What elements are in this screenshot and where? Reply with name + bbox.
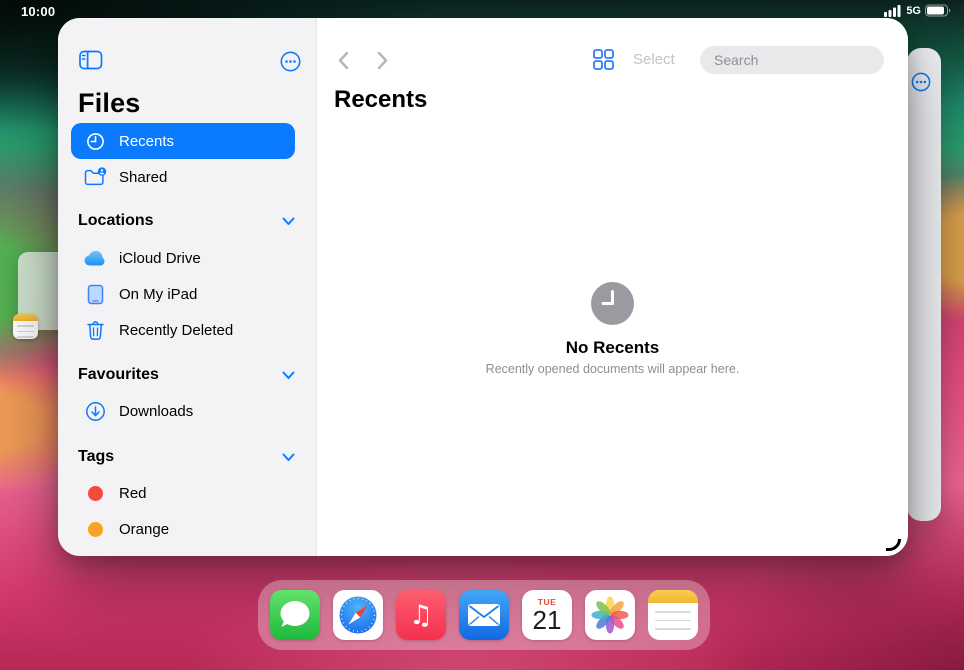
sidebar-item-tag-red[interactable]: Red (71, 475, 295, 511)
sidebar-item-label: iCloud Drive (119, 250, 201, 267)
battery-icon (925, 4, 952, 17)
status-icons: 5G (884, 4, 952, 17)
section-header: Favourites (78, 366, 159, 384)
sidebar: Files Recents (58, 18, 317, 556)
ipad-screen: 10:00 5G (0, 0, 964, 670)
network-type-label: 5G (906, 5, 921, 17)
messages-app-icon[interactable] (270, 590, 320, 640)
safari-app-icon[interactable] (333, 590, 383, 640)
grid-view-icon[interactable] (593, 49, 614, 75)
clock-icon (82, 132, 108, 151)
sidebar-item-label: Red (119, 485, 147, 502)
content-pane: Select Recents (317, 18, 908, 556)
cellular-signal-icon (884, 5, 902, 17)
sidebar-item-label: Recently Deleted (119, 322, 233, 339)
sidebar-section-favourites[interactable]: Favourites (78, 357, 295, 393)
orange-tag-dot (82, 522, 108, 537)
sidebar-toggle-icon[interactable] (79, 50, 103, 75)
music-note-glyph: ♫ (396, 590, 446, 640)
forward-button[interactable] (370, 48, 394, 72)
icloud-icon (82, 250, 108, 267)
search-input[interactable] (714, 52, 895, 68)
chevron-down-icon (282, 217, 295, 226)
calendar-day: 21 (522, 607, 572, 633)
sidebar-item-label: On My iPad (119, 286, 197, 303)
select-button[interactable]: Select (633, 51, 675, 68)
sidebar-item-shared[interactable]: Shared (71, 159, 295, 195)
page-title: Recents (334, 86, 427, 114)
sidebar-item-on-my-ipad[interactable]: On My iPad (71, 276, 295, 312)
red-tag-dot (82, 486, 108, 501)
sidebar-item-label: Shared (119, 169, 167, 186)
sidebar-item-recents[interactable]: Recents (71, 123, 295, 159)
notes-app-icon (13, 314, 38, 339)
window-more-icon[interactable] (910, 71, 932, 98)
search-bar[interactable] (700, 46, 884, 74)
notes-dock-icon[interactable] (648, 590, 698, 640)
empty-state-subtitle: Recently opened documents will appear he… (317, 362, 908, 376)
files-window: Files Recents (58, 18, 908, 556)
sidebar-section-locations[interactable]: Locations (78, 203, 295, 239)
sidebar-item-label: Recents (119, 133, 174, 150)
app-title: Files (78, 88, 141, 119)
download-circle-icon (82, 401, 108, 422)
empty-state-title: No Recents (317, 338, 908, 358)
back-button[interactable] (331, 48, 355, 72)
sidebar-more-icon[interactable] (279, 50, 302, 78)
stage-manager-right-window[interactable] (907, 48, 941, 521)
ipad-icon (82, 284, 108, 305)
empty-state: No Recents Recently opened documents wil… (317, 281, 908, 376)
sidebar-item-downloads[interactable]: Downloads (71, 393, 295, 429)
sidebar-item-label: Orange (119, 521, 169, 538)
trash-icon (82, 320, 108, 341)
clock-time: 10:00 (21, 4, 55, 19)
mail-app-icon[interactable] (459, 590, 509, 640)
section-header: Locations (78, 212, 154, 230)
calendar-app-icon[interactable]: TUE 21 (522, 590, 572, 640)
status-bar: 10:00 5G (0, 0, 964, 22)
sidebar-item-recently-deleted[interactable]: Recently Deleted (71, 312, 295, 348)
section-header: Tags (78, 448, 114, 466)
recents-clock-icon (590, 281, 635, 331)
chevron-down-icon (282, 371, 295, 380)
sidebar-item-icloud-drive[interactable]: iCloud Drive (71, 240, 295, 276)
shared-folder-icon (82, 167, 108, 187)
chevron-down-icon (282, 453, 295, 462)
sidebar-item-tag-orange[interactable]: Orange (71, 511, 295, 547)
photos-app-icon[interactable] (585, 590, 635, 640)
sidebar-item-label: Downloads (119, 403, 193, 420)
sidebar-section-tags[interactable]: Tags (78, 439, 295, 475)
music-app-icon[interactable]: ♫ (396, 590, 446, 640)
dock: ♫ TUE 21 (258, 580, 710, 650)
